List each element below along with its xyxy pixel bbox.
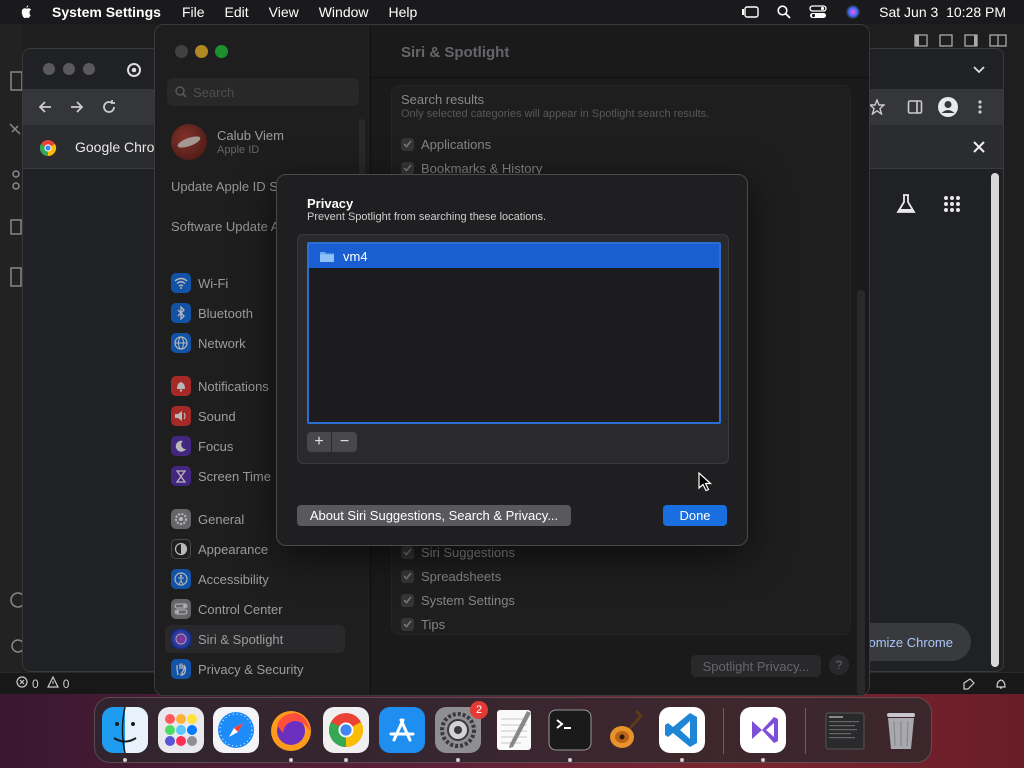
dock-launchpad-icon[interactable] bbox=[158, 707, 204, 753]
warning-count[interactable]: 0 bbox=[63, 677, 70, 691]
side-panel-icon[interactable] bbox=[907, 99, 923, 115]
add-location-button[interactable]: + bbox=[307, 432, 332, 452]
google-chrome-logo-icon bbox=[39, 140, 57, 157]
labs-flask-icon[interactable] bbox=[895, 193, 917, 215]
control-center-icon[interactable] bbox=[809, 5, 827, 19]
privacy-sheet: Privacy Prevent Spotlight from searching… bbox=[276, 174, 748, 546]
apple-logo-icon[interactable] bbox=[18, 4, 34, 20]
dock-divider bbox=[723, 708, 724, 754]
siri-icon[interactable] bbox=[845, 4, 861, 20]
menu-edit[interactable]: Edit bbox=[225, 4, 249, 20]
dock-chrome-icon[interactable] bbox=[323, 707, 369, 753]
sheet-title: Privacy bbox=[307, 196, 354, 211]
menu-clock[interactable]: Sat Jun 3 10:28 PM bbox=[879, 4, 1006, 20]
chrome-close-button[interactable] bbox=[43, 63, 55, 75]
chrome-zoom-button[interactable] bbox=[83, 63, 95, 75]
bookmark-star-icon[interactable] bbox=[869, 99, 885, 115]
chrome-tab-favicon-icon bbox=[127, 63, 141, 77]
layout-icon[interactable] bbox=[914, 34, 1010, 48]
chrome-minimize-button[interactable] bbox=[63, 63, 75, 75]
forward-icon[interactable] bbox=[69, 99, 85, 115]
dock-textedit-icon[interactable] bbox=[491, 707, 537, 753]
running-indicator bbox=[456, 758, 460, 762]
running-indicator bbox=[123, 758, 127, 762]
app-menu[interactable]: System Settings bbox=[52, 4, 161, 20]
dock: 2 bbox=[94, 697, 932, 763]
running-indicator bbox=[761, 758, 765, 762]
dock-firefox-icon[interactable] bbox=[268, 707, 314, 753]
dock-safari-icon[interactable] bbox=[213, 707, 259, 753]
excluded-locations-list[interactable]: vm4 bbox=[307, 242, 721, 424]
menu-file[interactable]: File bbox=[182, 4, 205, 20]
done-button[interactable]: Done bbox=[663, 505, 727, 526]
tab-search-chevron-icon[interactable] bbox=[973, 65, 985, 75]
back-icon[interactable] bbox=[37, 99, 53, 115]
add-remove-control: + − bbox=[307, 432, 357, 452]
dock-vscode-icon[interactable] bbox=[659, 707, 705, 753]
menu-help[interactable]: Help bbox=[389, 4, 418, 20]
running-indicator bbox=[568, 758, 572, 762]
excluded-locations-box: vm4 + − bbox=[297, 234, 729, 464]
dock-terminal-icon[interactable] bbox=[547, 707, 593, 753]
menu-window[interactable]: Window bbox=[319, 4, 369, 20]
notification-badge: 2 bbox=[470, 701, 488, 719]
running-indicator bbox=[289, 758, 293, 762]
list-item[interactable]: vm4 bbox=[309, 244, 719, 268]
remove-location-button[interactable]: − bbox=[332, 432, 357, 452]
chrome-menu-icon[interactable] bbox=[977, 99, 983, 115]
stage-manager-icon[interactable] bbox=[741, 5, 759, 19]
dock-divider bbox=[805, 708, 806, 754]
close-icon[interactable] bbox=[973, 141, 985, 153]
folder-icon bbox=[320, 251, 334, 262]
dock-finder-icon[interactable] bbox=[102, 707, 148, 753]
mouse-cursor-icon bbox=[698, 472, 712, 492]
menu-bar: System Settings File Edit View Window He… bbox=[0, 0, 1024, 24]
chrome-scrollbar[interactable] bbox=[991, 173, 999, 667]
activity-icons bbox=[9, 71, 26, 653]
about-privacy-button[interactable]: About Siri Suggestions, Search & Privacy… bbox=[297, 505, 571, 526]
warning-icon[interactable] bbox=[46, 675, 59, 691]
location-name: vm4 bbox=[343, 248, 368, 264]
sheet-subtitle: Prevent Spotlight from searching these l… bbox=[307, 211, 547, 223]
menu-extras: Sat Jun 3 10:28 PM bbox=[741, 0, 1006, 24]
feedback-icon[interactable] bbox=[962, 677, 976, 691]
vscode-layout-controls[interactable] bbox=[914, 34, 1010, 48]
status-right bbox=[962, 677, 1008, 691]
profile-avatar-icon[interactable] bbox=[937, 96, 959, 118]
menu-view[interactable]: View bbox=[269, 4, 299, 20]
dock-window-preview-icon[interactable] bbox=[822, 707, 868, 753]
reload-icon[interactable] bbox=[101, 99, 117, 115]
running-indicator bbox=[344, 758, 348, 762]
error-icon[interactable] bbox=[16, 676, 28, 691]
error-count[interactable]: 0 bbox=[32, 677, 39, 691]
spotlight-search-icon[interactable] bbox=[777, 5, 791, 19]
dock-garageband-icon[interactable] bbox=[603, 707, 649, 753]
running-indicator bbox=[680, 758, 684, 762]
dock-trash-icon[interactable] bbox=[878, 707, 924, 753]
customize-chrome-label: Customize Chrome bbox=[865, 634, 953, 650]
vscode-activity-bar bbox=[0, 24, 26, 672]
apps-grid-icon[interactable] bbox=[943, 195, 961, 213]
dock-app-store-icon[interactable] bbox=[379, 707, 425, 753]
bell-icon[interactable] bbox=[994, 677, 1008, 691]
dock-visual-studio-icon[interactable] bbox=[740, 707, 786, 753]
